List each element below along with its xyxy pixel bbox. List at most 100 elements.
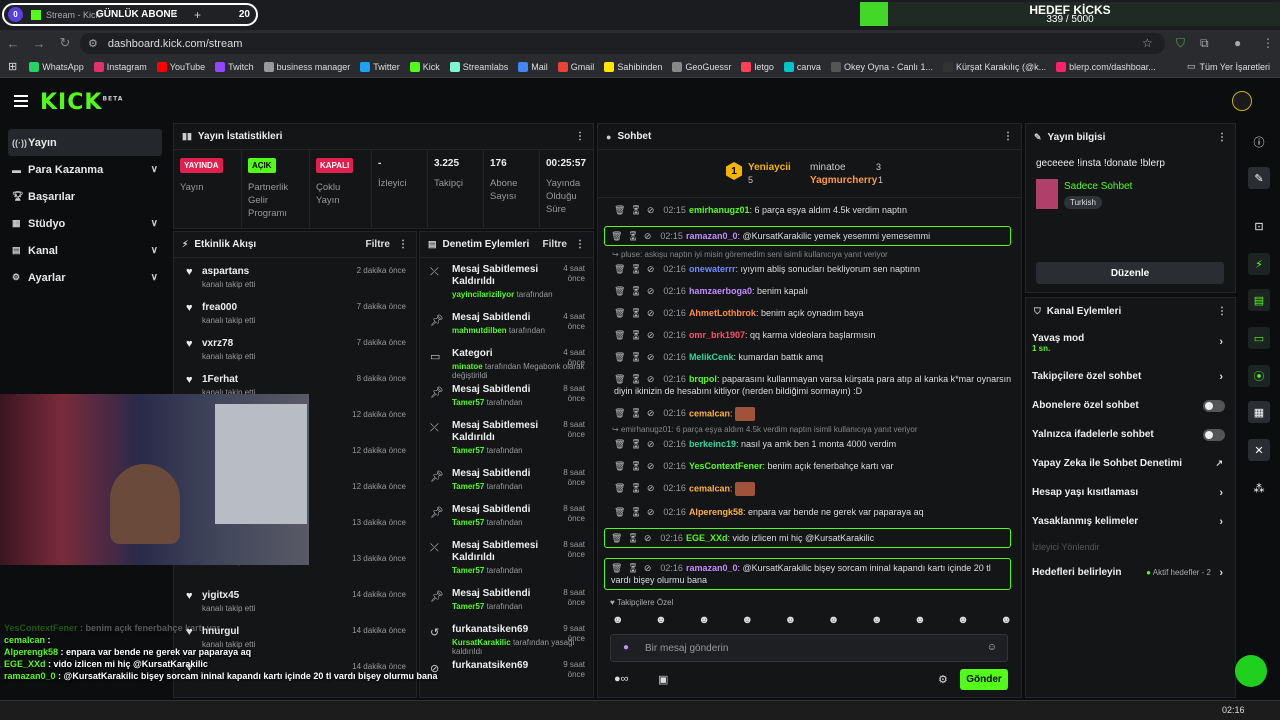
mod-tools-icon[interactable]: 🗑︎⏳︎⊘: [614, 330, 659, 340]
more-options-icon[interactable]: ⋮: [575, 131, 585, 142]
message-user[interactable]: ramazan0_0: [686, 563, 738, 573]
info-icon[interactable]: ⓘ: [1248, 131, 1270, 153]
chat-message[interactable]: 🗑︎⏳︎⊘ 02:16 omr_brk1907: qq karma videolar…: [598, 329, 1021, 341]
back-icon[interactable]: ←: [0, 36, 26, 51]
message-user[interactable]: cemalcan: [689, 483, 730, 493]
more-options-icon[interactable]: ⋮: [398, 239, 408, 250]
chat-message[interactable]: 🗑︎⏳︎⊘ 02:15 ramazan0_0: @KursatKarakilic y…: [604, 226, 1011, 246]
new-tab-icon[interactable]: +: [194, 8, 201, 22]
message-user[interactable]: YesContextFener: [689, 461, 763, 471]
store-icon[interactable]: ▣: [658, 673, 668, 686]
message-user[interactable]: MelikCenk: [689, 352, 734, 362]
url-field[interactable]: ⚙ dashboard.kick.com/stream: [80, 33, 1165, 54]
bookmark-item[interactable]: GeoGuessr: [672, 61, 731, 72]
more-options-icon[interactable]: ⋮: [1217, 306, 1227, 317]
activity-filter-button[interactable]: Filtre: [366, 239, 390, 250]
emote-icon[interactable]: ☻: [957, 614, 969, 626]
points-icon[interactable]: ●∞: [614, 673, 629, 685]
floating-action-button[interactable]: [1235, 655, 1267, 687]
emote-icon[interactable]: ☻: [655, 614, 667, 626]
emote-icon[interactable]: ☻: [871, 614, 883, 626]
mod-tools-icon[interactable]: 🗑︎⏳︎⊘: [614, 439, 659, 449]
bookmark-item[interactable]: Gmail: [557, 61, 594, 72]
mod-action-item[interactable]: ⤫ Mesaj Sabitlemesi Kaldırıldı yayincilari…: [420, 258, 593, 306]
wrench-icon[interactable]: ✕: [1248, 439, 1270, 461]
kick-logo[interactable]: KICKBETA: [40, 90, 123, 115]
mod-action-item[interactable]: 📌︎ Mesaj Sabitlendi Tamer57 tarafından 8 sa…: [420, 378, 593, 414]
mod-action-item[interactable]: 📌︎ Mesaj Sabitlendi Tamer57 tarafından 8 sa…: [420, 462, 593, 498]
emote-icon[interactable]: ☻: [612, 614, 624, 626]
category-link[interactable]: Sadece Sohbet: [1064, 181, 1132, 192]
emote-only-row[interactable]: Yalnızca ifadelerle sohbet: [1026, 420, 1235, 449]
message-user[interactable]: hamzaerboga0: [689, 286, 752, 296]
bookmark-item[interactable]: Mail: [518, 61, 548, 72]
chat-message[interactable]: 🗑︎⏳︎⊘ 02:16 AhmetLothbrok: benim açık oyna…: [598, 307, 1021, 319]
bookmark-item[interactable]: Twitter: [360, 61, 400, 72]
message-user[interactable]: brqpol: [689, 374, 717, 384]
mod-action-item[interactable]: ⊘ furkanatsiken69 9 saat önce: [420, 654, 593, 690]
bookmark-item[interactable]: Sahibinden: [604, 61, 662, 72]
goals-row[interactable]: Hedefleri belirleyin ● Aktif hedefler - 2…: [1026, 558, 1235, 587]
chat-message[interactable]: 🗑︎⏳︎⊘ 02:16 EGE_XXd: vido izlicen mi hiç @…: [604, 528, 1011, 548]
site-info-icon[interactable]: ⚙: [88, 37, 98, 50]
sidebar-item-basarilar[interactable]: 🏆︎ Başarılar: [0, 183, 170, 210]
mod-tools-icon[interactable]: 🗑︎⏳︎⊘: [614, 308, 659, 318]
apps-grid-icon[interactable]: ⊞: [8, 60, 17, 73]
mod-tools-icon[interactable]: 🗑︎⏳︎⊘: [614, 205, 659, 215]
activity-item[interactable]: ♥ aspartans kanalı takip etti 2 dakika önce: [174, 258, 416, 294]
mod-action-item[interactable]: 📌︎ Mesaj Sabitlendi Tamer57 tarafından 8 sa…: [420, 498, 593, 534]
mod-tools-icon[interactable]: 🗑︎⏳︎⊘: [614, 352, 659, 362]
mod-action-item[interactable]: ⤫ Mesaj Sabitlemesi Kaldırıldı Tamer57 tar…: [420, 534, 593, 582]
chat-message[interactable]: 🗑︎⏳︎⊘ 02:16 cemalcan:: [598, 407, 1021, 421]
all-bookmarks-folder[interactable]: ▭ Tüm Yer İşaretleri: [1187, 61, 1270, 72]
reload-icon[interactable]: ↻: [52, 35, 78, 51]
chat-message[interactable]: 🗑︎⏳︎⊘ 02:16 hamzaerboga0: benim kapalı: [598, 285, 1021, 297]
emote-icon[interactable]: ☻: [785, 614, 797, 626]
bookmark-item[interactable]: business manager: [263, 61, 350, 72]
profile-avatar-icon[interactable]: ●: [1234, 36, 1241, 50]
message-user[interactable]: onewaterrr: [689, 264, 736, 274]
user-avatar[interactable]: [1232, 91, 1252, 111]
edit-icon[interactable]: ✎: [1248, 167, 1270, 189]
extensions-icon[interactable]: ⧉: [1200, 36, 1209, 51]
chat-message[interactable]: 🗑︎⏳︎⊘ 02:16 Alperengk58: enpara var bende …: [598, 506, 1021, 518]
bookmark-item[interactable]: canva: [783, 61, 821, 72]
info-panel-icon[interactable]: ▦: [1248, 401, 1270, 423]
bookmark-item[interactable]: letgo: [741, 61, 774, 72]
more-options-icon[interactable]: ⋮: [575, 239, 585, 250]
account-age-row[interactable]: Hesap yaşı kısıtlaması ›: [1026, 478, 1235, 507]
message-user[interactable]: emirhanugz01: [689, 205, 750, 215]
chat-message[interactable]: 🗑︎⏳︎⊘ 02:16 onewaterrr: ıyıyım abliş sonuc…: [598, 263, 1021, 275]
emote-icon[interactable]: ☻: [828, 614, 840, 626]
mod-tools-icon[interactable]: 🗑︎⏳︎⊘: [611, 533, 656, 543]
subscribers-only-toggle[interactable]: [1203, 399, 1225, 412]
message-user[interactable]: EGE_XXd: [686, 533, 728, 543]
emote-icon[interactable]: ☻: [698, 614, 710, 626]
followers-only-row[interactable]: Takipçilere özel sohbet ›: [1026, 362, 1235, 391]
emoji-icon[interactable]: ☺: [987, 642, 997, 653]
bookmark-star-icon[interactable]: ☆: [1142, 36, 1153, 50]
sidebar-item-kanal[interactable]: ▤ Kanal ∨: [0, 237, 170, 264]
chat-message[interactable]: 🗑︎⏳︎⊘ 02:16 berkeinc19: nasıl ya amk ben 1…: [598, 438, 1021, 450]
chat-message-list[interactable]: 🗑︎⏳︎⊘ 02:15 emirhanugz01: 6 parça eşya ald…: [598, 204, 1021, 594]
menu-icon[interactable]: [14, 95, 28, 110]
bookmark-item[interactable]: Kick: [409, 61, 440, 72]
activity-item[interactable]: ♥ yigitx45 kanalı takip etti 14 dakika önce: [174, 582, 416, 618]
mic-icon[interactable]: ●: [623, 642, 629, 653]
chat-message[interactable]: 🗑︎⏳︎⊘ 02:16 cemalcan:: [598, 482, 1021, 496]
chat-message[interactable]: 🗑︎⏳︎⊘ 02:16 ramazan0_0: @KursatKarakilic b…: [604, 558, 1011, 590]
bookmark-item[interactable]: Twitch: [215, 61, 254, 72]
mod-tools-icon[interactable]: 🗑︎⏳︎⊘: [614, 408, 659, 418]
bookmark-item[interactable]: WhatsApp: [29, 61, 84, 72]
send-button[interactable]: Gönder: [960, 669, 1008, 690]
message-user[interactable]: omr_brk1907: [689, 330, 745, 340]
connections-icon[interactable]: ⁂: [1248, 477, 1270, 499]
mod-tools-icon[interactable]: 🗑︎⏳︎⊘: [614, 507, 659, 517]
bookmark-item[interactable]: blerp.com/dashboar...: [1056, 61, 1156, 72]
message-user[interactable]: berkeinc19: [689, 439, 736, 449]
broadcast-icon[interactable]: ⦿: [1248, 365, 1270, 387]
emote-icon[interactable]: ☻: [1000, 614, 1012, 626]
message-user[interactable]: Alperengk58: [689, 507, 743, 517]
mod-tools-icon[interactable]: 🗑︎⏳︎⊘: [611, 231, 656, 241]
emote-icon[interactable]: ☻: [741, 614, 753, 626]
